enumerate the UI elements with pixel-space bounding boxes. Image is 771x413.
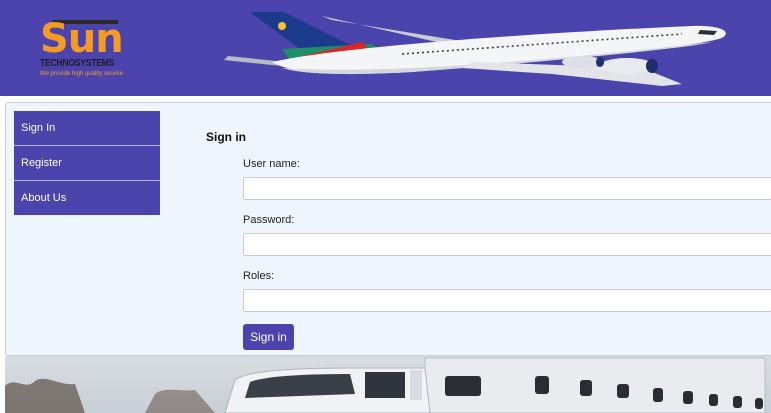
password-label: Password: [243,214,295,226]
airplane-image [224,12,726,86]
username-input[interactable] [243,177,771,200]
menu-item-register[interactable]: Register [14,146,160,181]
roles-input[interactable] [243,289,771,312]
truck-image [5,357,766,413]
signin-button[interactable]: Sign in [243,324,294,350]
logo-main-text: Sun [40,16,124,62]
logo-tagline: We provide high quality service [40,71,123,77]
roles-label: Roles: [243,270,275,282]
username-label: User name: [243,158,300,170]
company-logo[interactable]: Sun TECHNOSYSTEMS We provide high qualit… [38,16,148,86]
menu-item-sign-in[interactable]: Sign In [14,111,160,146]
logo-sub-text: TECHNOSYSTEMS [40,58,115,69]
truck-photo [5,356,771,413]
password-input[interactable] [243,233,771,256]
site-header: Sun TECHNOSYSTEMS We provide high qualit… [0,0,771,96]
signin-title: Sign in [206,130,246,144]
side-menu: Sign In Register About Us [14,111,160,215]
main-panel: Sign In Register About Us Sign in User n… [5,102,771,356]
menu-item-about-us[interactable]: About Us [14,181,160,215]
